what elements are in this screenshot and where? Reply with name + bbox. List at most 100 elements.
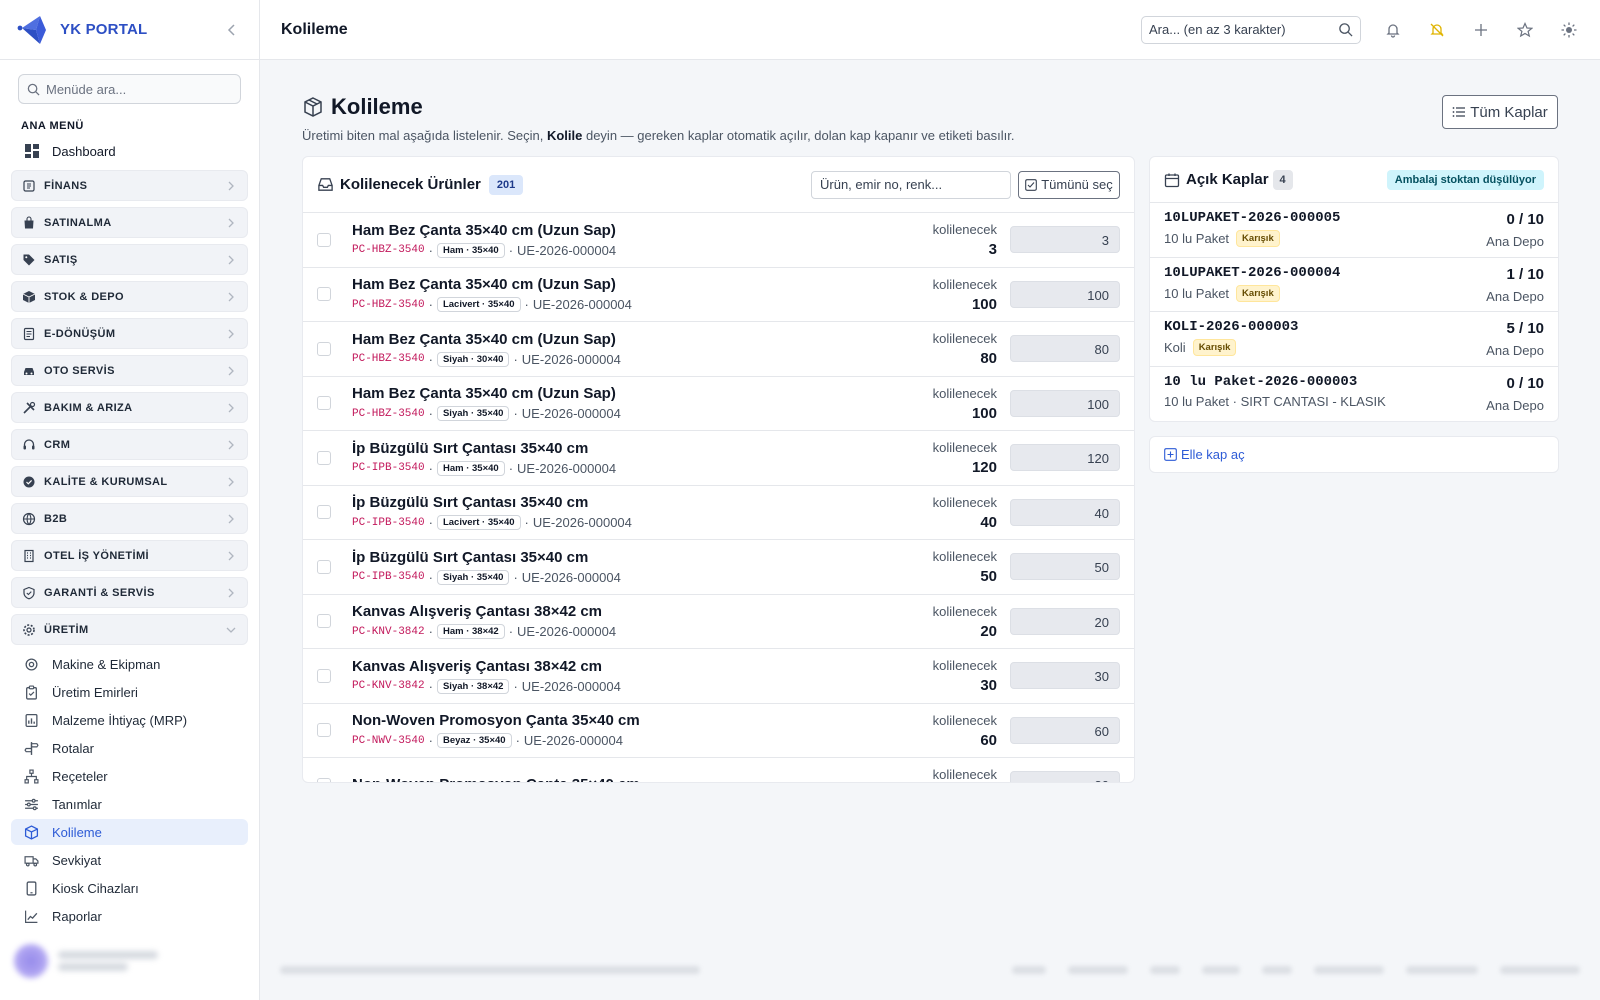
select-all-button[interactable]: Tümünü seç [1018, 170, 1120, 199]
qty-info: kolilenecek 120 [933, 440, 997, 476]
row-checkbox[interactable] [317, 559, 331, 574]
box-fill: 5 / 10 [1506, 320, 1544, 337]
qty-input[interactable]: 100 [1010, 389, 1120, 417]
open-box-row[interactable]: KOLI-2026-000003 Koli Karışık 5 / 10 Ana Dep… [1150, 312, 1558, 367]
product-code: PC-KNV-3842 [352, 625, 425, 638]
open-box-row[interactable]: 10LUPAKET-2026-000004 10 lu Paket Karışık 1… [1150, 258, 1558, 312]
search-icon[interactable] [1338, 22, 1353, 37]
mute-notifications-button[interactable] [1427, 20, 1447, 40]
gear-icon [23, 623, 35, 636]
open-box-row[interactable]: 10 lu Paket-2026-000003 10 lu Paket · SIR… [1150, 367, 1558, 422]
chevron-right-icon [228, 181, 234, 190]
manual-open-box-button[interactable]: Elle kap aç [1149, 436, 1559, 473]
qty-input[interactable]: 40 [1010, 498, 1120, 526]
row-checkbox[interactable] [317, 723, 331, 738]
car-icon [24, 367, 34, 375]
qty-info: kolilenecek 80 [933, 331, 997, 367]
products-filter-input[interactable] [811, 170, 1011, 199]
package-icon [24, 824, 39, 840]
qty-input[interactable]: 80 [1010, 771, 1120, 782]
row-checkbox[interactable] [317, 287, 331, 302]
product-row: Non-Woven Promosyon Çanta 35×40 cm PC-NWV… [303, 704, 1134, 758]
qty-input[interactable]: 3 [1010, 226, 1120, 253]
chevron-right-icon [228, 551, 234, 560]
sidebar-item-7[interactable]: Kolileme [11, 819, 248, 845]
sidebar-item-label: Sevkiyat [52, 852, 102, 868]
qty-label: kolilenecek [932, 276, 997, 292]
sidebar-item-6[interactable]: Tanımlar [11, 791, 248, 817]
order-number: UE-2026-000004 [517, 624, 617, 640]
sidebar-group-bakim-ariza[interactable]: BAKIM & ARIZA [11, 392, 248, 423]
menu-search-input[interactable] [46, 81, 226, 97]
product-code: PC-HBZ-3540 [352, 407, 425, 420]
qty-input[interactable]: 100 [1010, 280, 1120, 308]
row-checkbox[interactable] [317, 450, 331, 465]
qty-value: 20 [980, 622, 997, 640]
production-submenu: Makine & Ekipman Üretim Emirleri Malzeme İ… [0, 651, 259, 929]
sidebar-item-9[interactable]: Kiosk Cihazları [11, 875, 248, 901]
sidebar-item-2[interactable]: Üretim Emirleri [11, 679, 248, 705]
row-checkbox[interactable] [317, 341, 331, 356]
qty-input[interactable]: 60 [1010, 716, 1120, 744]
mixed-badge: Karışık [1236, 284, 1280, 302]
sidebar-group-garanti-servi-s[interactable]: GARANTİ & SERVİS [11, 577, 248, 608]
chevron-right-icon [228, 440, 234, 449]
row-checkbox[interactable] [317, 232, 331, 247]
all-boxes-button[interactable]: Tüm Kaplar [1442, 95, 1558, 129]
sidebar-group-label: FİNANS [44, 179, 88, 192]
sidebar-group-kali-te-kurumsal[interactable]: KALİTE & KURUMSAL [11, 466, 248, 497]
star-icon [1517, 21, 1533, 37]
qty-input[interactable]: 80 [1010, 335, 1120, 362]
sidebar: YK PORTAL ANA MENÜ Dashboard FİNANS SATIN… [0, 0, 260, 1000]
qty-input[interactable]: 120 [1010, 444, 1120, 471]
sidebar-group-label: KALİTE & KURUMSAL [44, 475, 168, 488]
notifications-button[interactable] [1383, 20, 1403, 40]
qty-input[interactable]: 50 [1010, 553, 1120, 580]
hierarchy-icon [24, 768, 39, 784]
sidebar-group-crm[interactable]: CRM [11, 429, 248, 460]
collapse-sidebar-button[interactable] [221, 19, 243, 41]
row-checkbox[interactable] [317, 614, 331, 629]
sidebar-group-satinalma[interactable]: SATINALMA [11, 207, 248, 238]
theme-toggle-button[interactable] [1559, 20, 1579, 40]
dashboard-link[interactable]: Dashboard [0, 138, 259, 164]
row-checkbox[interactable] [317, 668, 331, 683]
sidebar-item-8[interactable]: Sevkiyat [11, 847, 248, 873]
sidebar-item-5[interactable]: Reçeteler [11, 763, 248, 789]
sidebar-group-b2b[interactable]: B2B [11, 503, 248, 534]
sidebar-group-oto-servi-s[interactable]: OTO SERVİS [11, 355, 248, 386]
global-search-input[interactable] [1149, 22, 1329, 37]
plus-square-icon [1164, 448, 1177, 461]
user-profile[interactable] [14, 942, 244, 980]
sidebar-group-otel-i-y-neti-mi-[interactable]: OTEL İŞ YÖNETİMİ [11, 540, 248, 571]
sliders-icon [25, 798, 38, 810]
row-checkbox[interactable] [317, 777, 331, 782]
sidebar-group-e-d-n-m[interactable]: E-DÖNÜŞÜM [11, 318, 248, 349]
qty-input[interactable]: 20 [1010, 607, 1120, 635]
sidebar-item-4[interactable]: Rotalar [11, 735, 248, 761]
product-code: PC-IPB-3540 [352, 516, 425, 529]
row-checkbox[interactable] [317, 396, 331, 411]
chevron-left-icon [227, 23, 235, 36]
add-button[interactable] [1471, 20, 1491, 40]
sun-icon [1561, 22, 1577, 37]
sidebar-item-1[interactable]: Makine & Ekipman [11, 651, 248, 677]
sidebar-item-10[interactable]: Raporlar [11, 903, 248, 929]
topbar-title: Kolileme [281, 20, 348, 38]
menu-groups: FİNANS SATINALMA SATIŞ STOK & DEPO E-DÖNÜŞÜM… [0, 170, 259, 645]
qty-info: kolilenecek 60 [933, 713, 997, 749]
favorites-button[interactable] [1515, 20, 1535, 40]
qty-input[interactable]: 30 [1010, 662, 1120, 689]
sidebar-item-label: Reçeteler [52, 768, 108, 784]
qty-label: kolilenecek [932, 712, 997, 728]
open-box-row[interactable]: 10LUPAKET-2026-000005 10 lu Paket Karışık 0… [1150, 203, 1558, 258]
sidebar-item-3[interactable]: Malzeme İhtiyaç (MRP) [11, 707, 248, 733]
box-warehouse: Ana Depo [1486, 288, 1544, 304]
sidebar-group-label: OTEL İŞ YÖNETİMİ [44, 549, 150, 562]
manual-open-box-label: Elle kap aç [1181, 447, 1245, 462]
sidebar-group-stok-depo[interactable]: STOK & DEPO [11, 281, 248, 312]
row-checkbox[interactable] [317, 505, 331, 520]
sidebar-group--reti-m[interactable]: ÜRETİM [11, 614, 248, 645]
sidebar-group-fi-nans[interactable]: FİNANS [11, 170, 248, 201]
sidebar-group-sati-[interactable]: SATIŞ [11, 244, 248, 275]
